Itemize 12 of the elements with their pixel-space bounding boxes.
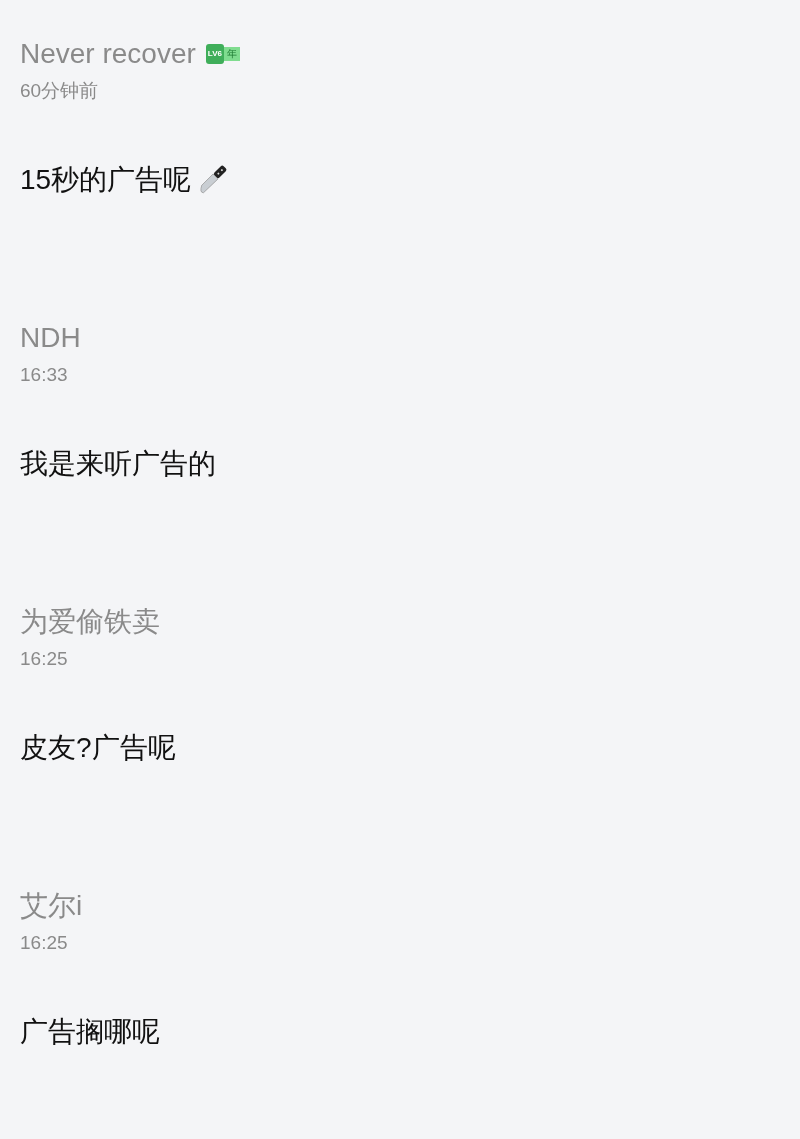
- author-name[interactable]: 艾尔i: [20, 888, 83, 924]
- comment-text: 皮友?广告呢: [20, 731, 176, 765]
- author-name[interactable]: NDH: [20, 320, 81, 356]
- comment-text: 15秒的广告呢: [20, 163, 192, 197]
- author-name[interactable]: 为爱偷铁卖: [20, 604, 160, 640]
- comment-time: 16:33: [20, 363, 68, 387]
- comment-text: 广告搁哪呢: [20, 1015, 160, 1049]
- comment-text: 我是来听广告的: [20, 447, 216, 481]
- comment-time: 60分钟前: [20, 79, 99, 103]
- comment-time: 16:25: [20, 931, 68, 955]
- comment-time: 16:25: [20, 647, 68, 671]
- author-name[interactable]: Never recover: [20, 36, 196, 72]
